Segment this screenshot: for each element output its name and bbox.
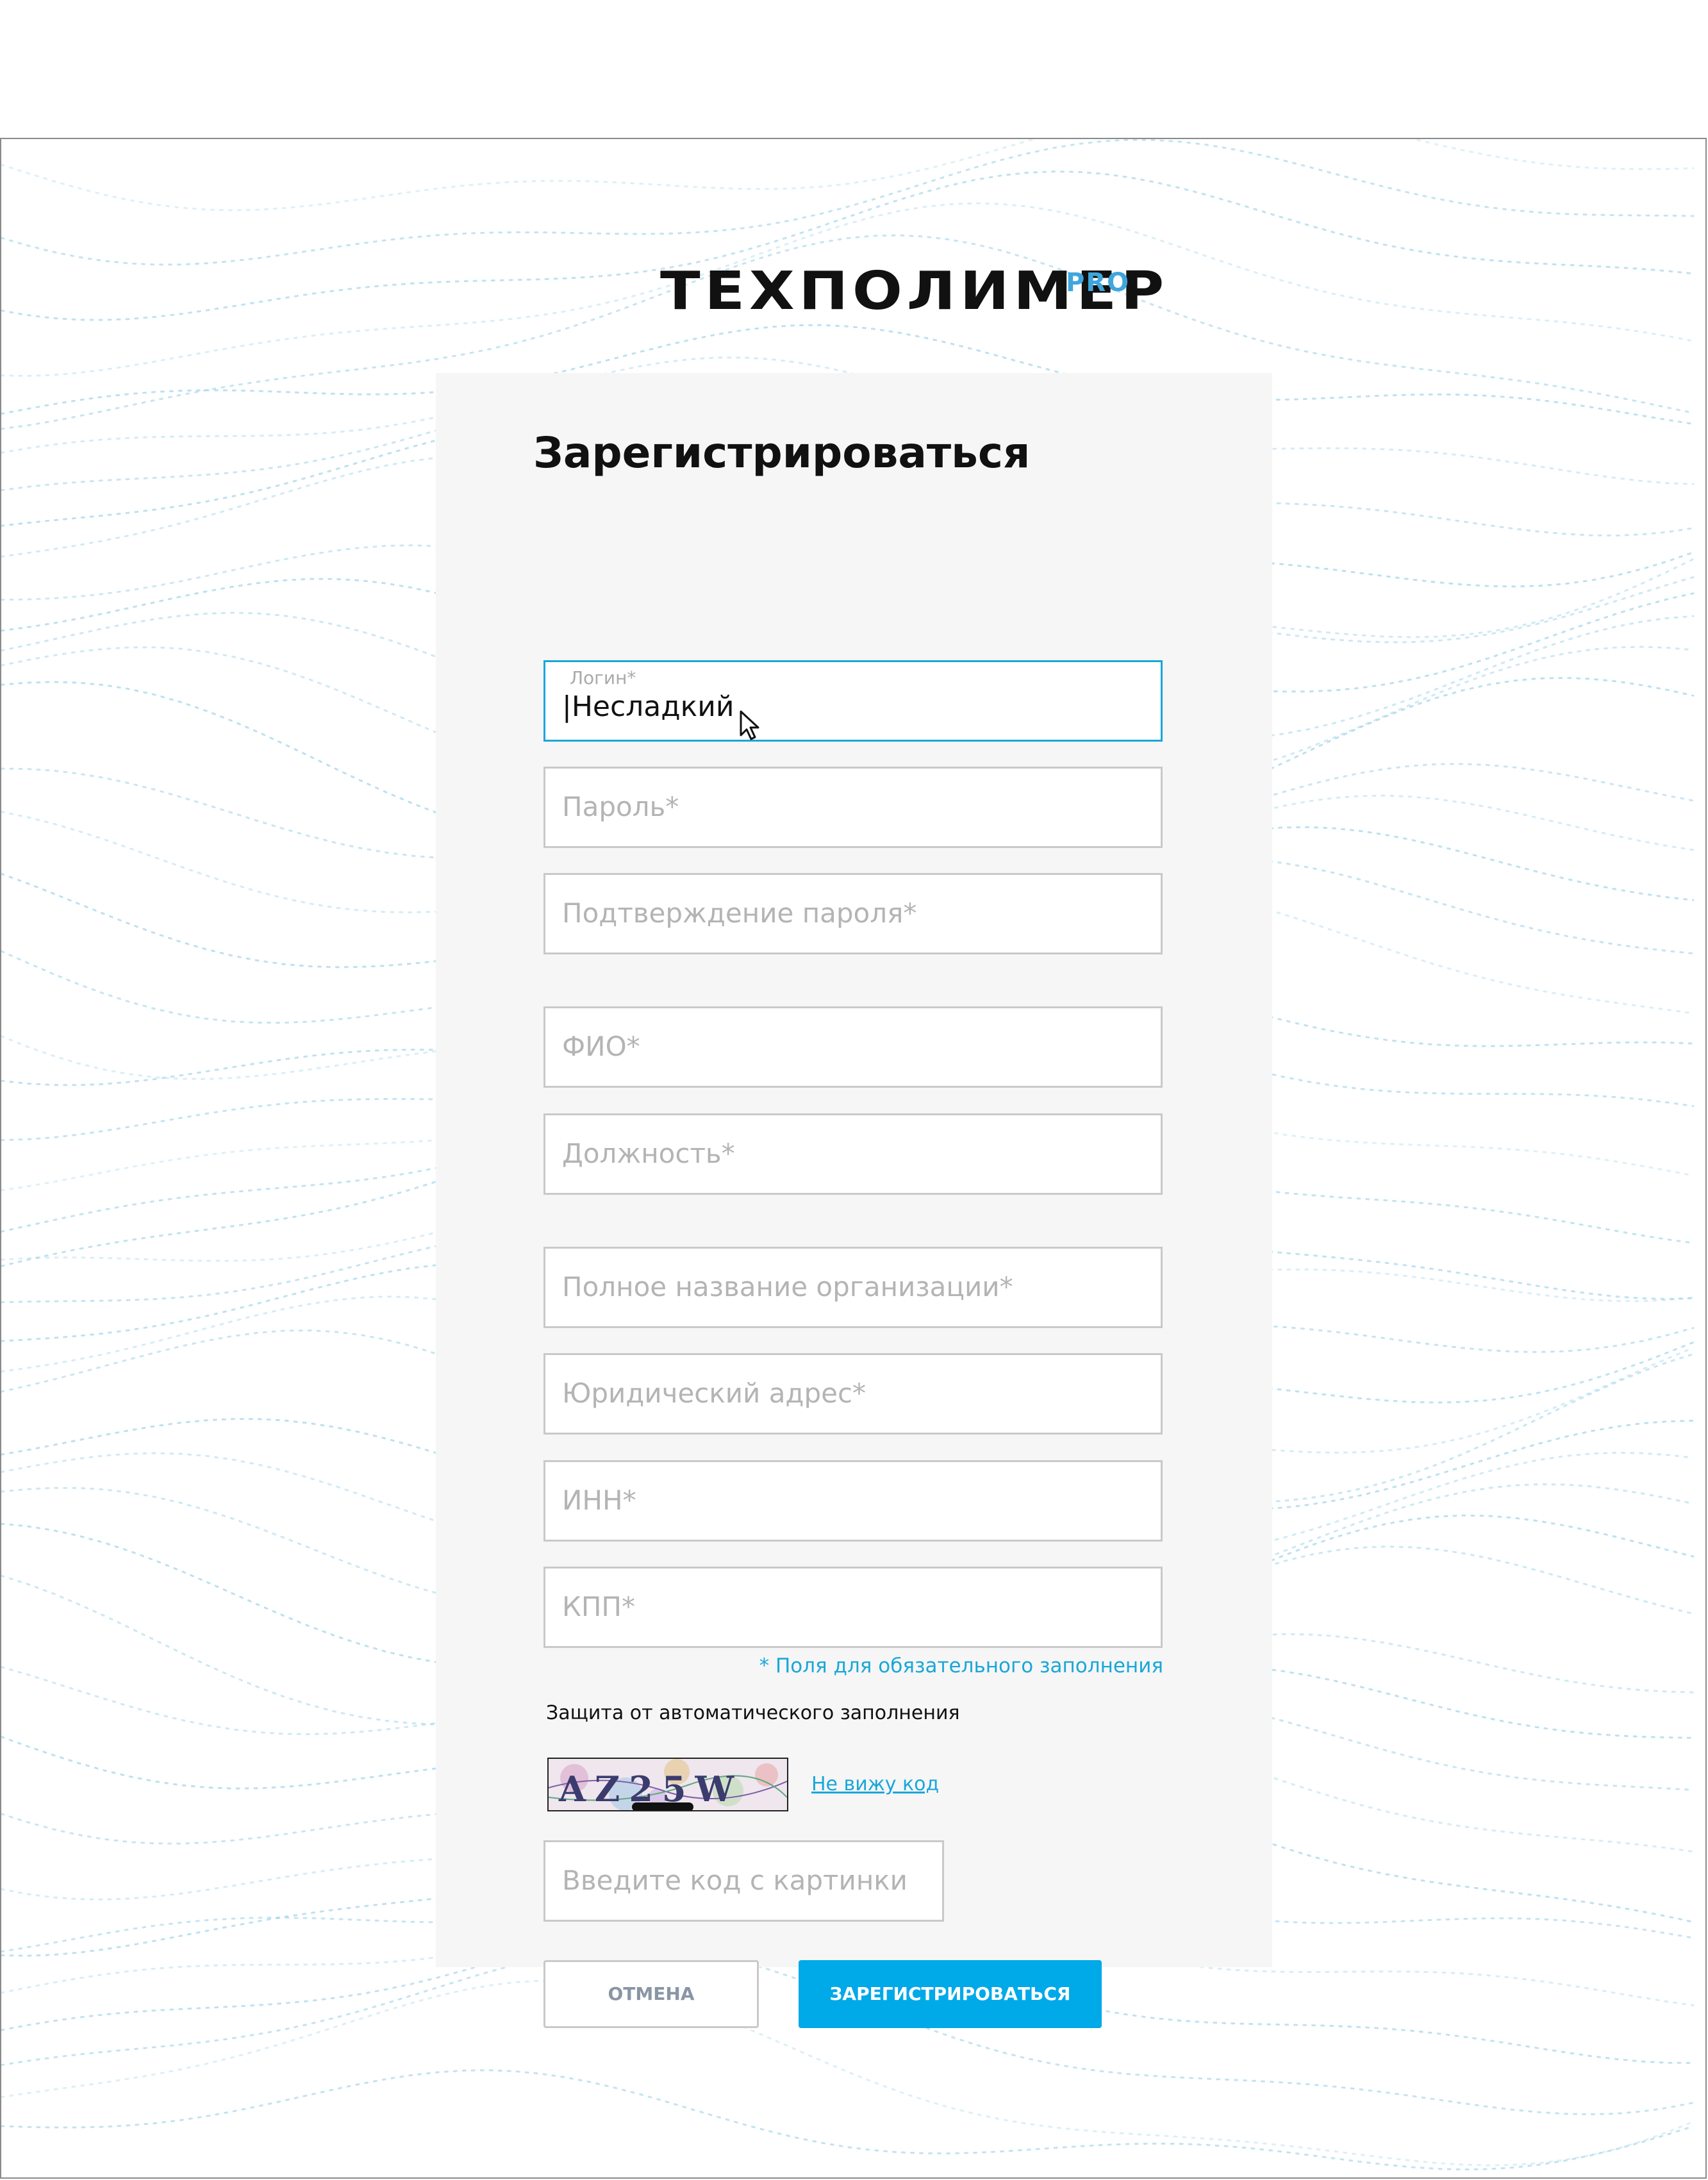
login-label: Логин* (570, 667, 636, 688)
required-fields-note: * Поля для обязательного заполнения (759, 1654, 1163, 1677)
inn-placeholder: ИНН* (562, 1485, 636, 1516)
inn-field[interactable]: ИНН* (543, 1460, 1163, 1542)
position-field[interactable]: Должность* (543, 1113, 1163, 1195)
mouse-pointer-icon (740, 710, 759, 740)
organization-placeholder: Полное название организации* (562, 1271, 1013, 1302)
cant-see-code-link[interactable]: Не вижу код (811, 1772, 939, 1797)
kpp-placeholder: КПП* (562, 1591, 635, 1622)
page-title: Зарегистрироваться (533, 428, 1031, 478)
logo: ТЕХПОЛИМЕР PRO (660, 263, 1164, 320)
wave-line (1, 139, 1695, 212)
password-confirm-field[interactable]: Подтверждение пароля* (543, 873, 1163, 954)
captcha-image: AZ25W (547, 1758, 788, 1811)
wave-line (1, 139, 1695, 266)
password-confirm-placeholder: Подтверждение пароля* (562, 897, 917, 929)
page-frame: ТЕХПОЛИМЕР PRO Зарегистрироваться Логин*… (0, 138, 1707, 2179)
captcha-graphic: AZ25W (549, 1759, 787, 1810)
login-value[interactable]: |Несладкий (562, 689, 734, 725)
password-placeholder: Пароль* (562, 791, 679, 822)
registration-card: Зарегистрироваться Логин* |Несладкий Пар… (436, 373, 1272, 2028)
logo-pro-suffix: PRO (1066, 268, 1131, 297)
organization-field[interactable]: Полное название организации* (543, 1247, 1163, 1328)
register-button[interactable]: ЗАРЕГИСТРИРОВАТЬСЯ (799, 1960, 1102, 2028)
cancel-button[interactable]: ОТМЕНА (543, 1960, 759, 2028)
legal-address-placeholder: Юридический адрес* (562, 1377, 866, 1409)
password-field[interactable]: Пароль* (543, 767, 1163, 848)
wave-line (1, 2069, 1695, 2171)
full-name-field[interactable]: ФИО* (543, 1006, 1163, 1088)
captcha-section-label: Защита от автоматического заполнения (546, 1702, 960, 1724)
captcha-input[interactable]: Введите код с картинки (543, 1840, 944, 1922)
login-field[interactable]: Логин* |Несладкий (543, 660, 1163, 742)
legal-address-field[interactable]: Юридический адрес* (543, 1353, 1163, 1435)
full-name-placeholder: ФИО* (562, 1031, 640, 1062)
kpp-field[interactable]: КПП* (543, 1567, 1163, 1648)
captcha-input-placeholder: Введите код с картинки (562, 1865, 908, 1896)
position-placeholder: Должность* (562, 1138, 735, 1169)
